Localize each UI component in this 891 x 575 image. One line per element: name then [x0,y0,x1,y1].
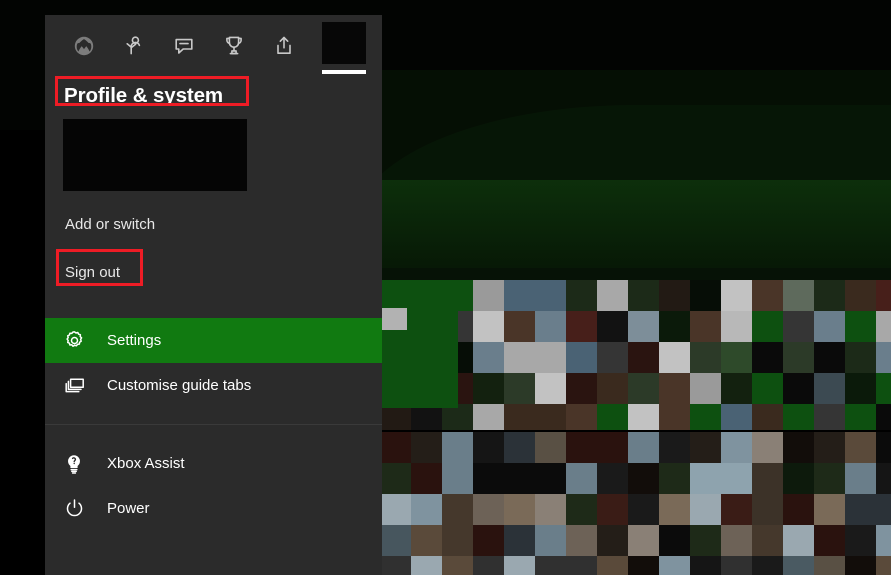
menu-item-label: Power [107,500,150,517]
menu-item-label: Settings [107,332,162,349]
xbox-logo-icon [73,35,95,57]
tab-parties-and-chats[interactable] [159,24,209,68]
lightbulb-help-icon [64,452,92,476]
guide-tab-bar [45,15,382,77]
pixelated-region-upper [380,280,891,430]
stacked-windows-icon [64,374,92,398]
screenshot-stage: Profile & system Add or switch Sign out … [0,0,891,575]
xbox-guide-panel: Profile & system Add or switch Sign out … [45,15,382,575]
menu-item-label: Xbox Assist [107,455,185,472]
tab-people[interactable] [109,24,159,68]
add-or-switch-button[interactable]: Add or switch [65,215,382,235]
menu-item-xbox-assist[interactable]: Xbox Assist [45,441,382,486]
pixelated-region-lower [380,432,891,575]
menu-item-customise-guide-tabs[interactable]: Customise guide tabs [45,363,382,408]
mosaic-green-block [380,280,458,408]
tab-home[interactable] [59,24,109,68]
tab-profile-system[interactable] [321,15,367,77]
power-icon [64,497,92,521]
gamer-profile-tile[interactable] [63,119,247,191]
menu-item-power[interactable]: Power [45,486,382,531]
secondary-menu-group: Xbox Assist Power [45,441,382,531]
share-upload-icon [273,34,295,58]
primary-menu-group: Settings Customise guide tabs [45,318,382,408]
tab-capture-and-share[interactable] [259,24,309,68]
gear-icon [64,329,92,353]
chat-bubble-icon [172,35,196,57]
selected-tab-indicator [322,70,366,74]
menu-item-settings[interactable]: Settings [45,318,382,363]
profile-avatar [322,22,366,64]
sign-out-button[interactable]: Sign out [65,263,382,283]
trophy-icon [223,34,245,58]
page-title: Profile & system [64,84,224,107]
menu-item-label: Customise guide tabs [107,377,252,394]
tab-achievements[interactable] [209,24,259,68]
people-icon [122,35,146,57]
